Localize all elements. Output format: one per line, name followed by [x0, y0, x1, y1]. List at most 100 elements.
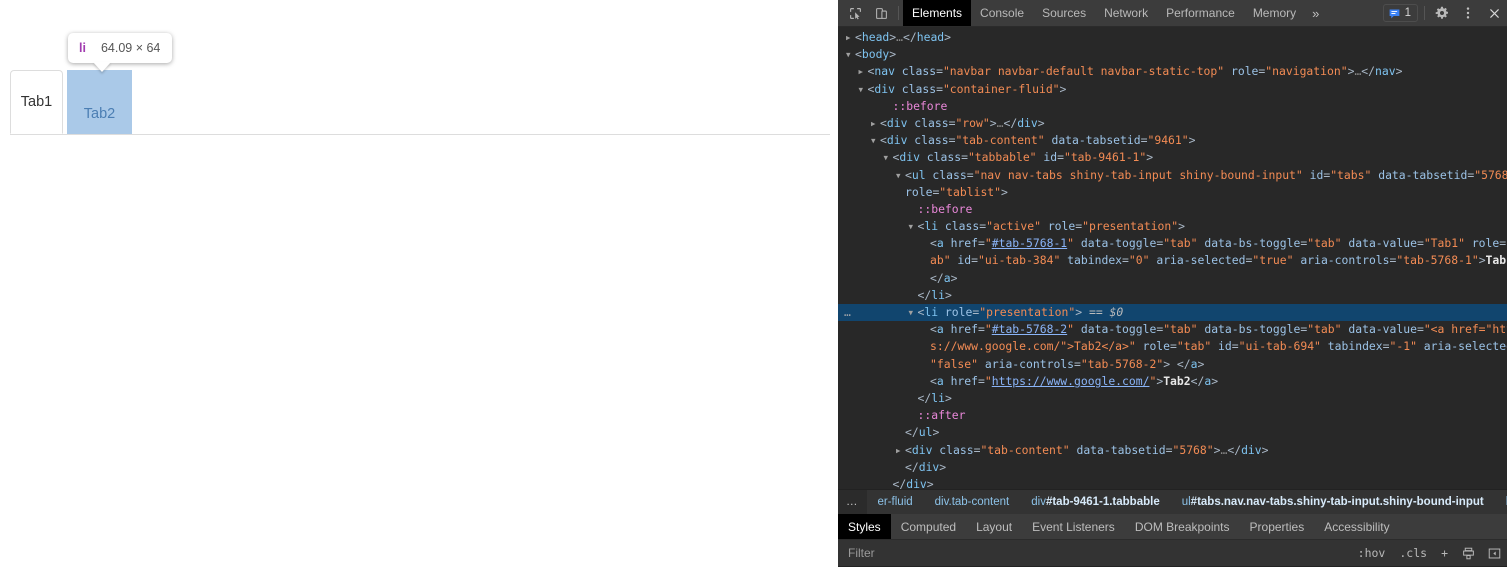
dom-token-punct: >: [944, 30, 952, 44]
more-tabs-icon[interactable]: »: [1305, 0, 1326, 26]
breadcrumb[interactable]: … er-fluid div.tab-content div #tab-9461-1.t…: [838, 489, 1507, 514]
dom-token-val: "presentation": [979, 305, 1076, 319]
inspect-element-icon[interactable]: [842, 0, 868, 26]
devtools-window: Tab1 Tab2 li 64.09 × 64 Elements Console…: [0, 0, 1507, 567]
dom-node[interactable]: <body>: [838, 46, 1507, 63]
dom-node[interactable]: ::after: [838, 407, 1507, 424]
breadcrumb-item[interactable]: …: [838, 490, 867, 514]
chevron-down-icon[interactable]: [909, 304, 918, 322]
close-icon[interactable]: [1481, 0, 1507, 26]
computed-styles-icon[interactable]: [1455, 547, 1481, 560]
chevron-down-icon[interactable]: [884, 149, 893, 167]
dom-token-val: "ui-tab-694": [1238, 339, 1321, 354]
chevron-down-icon[interactable]: [846, 46, 855, 64]
styles-tab-computed[interactable]: Computed: [891, 514, 966, 539]
dom-attr-link[interactable]: #tab-5768-1: [992, 236, 1067, 250]
dom-token-punct: >: [944, 287, 952, 302]
dom-node[interactable]: <a href="#tab-5768-1" data-toggle="tab" …: [838, 235, 1507, 252]
dom-token-punct: =: [978, 236, 985, 251]
dom-attr-link[interactable]: #tab-5768-2: [992, 322, 1067, 336]
dom-token-punct: </: [1227, 442, 1242, 457]
page-tab-tab1[interactable]: Tab1: [10, 70, 63, 134]
dom-token-dim: …: [896, 30, 904, 44]
dom-token-attr: class: [894, 81, 937, 96]
dom-token-punct: >: [939, 459, 947, 474]
dom-node[interactable]: <li class="active" role="presentation">: [838, 218, 1507, 235]
styles-tab-properties[interactable]: Properties: [1240, 514, 1315, 539]
dom-token-punct: </: [1176, 356, 1191, 371]
dom-token-attr: id: [1036, 150, 1058, 165]
dom-node[interactable]: </div>: [838, 476, 1507, 489]
styles-tab-accessibility[interactable]: Accessibility: [1314, 514, 1399, 539]
page-tab-tab2[interactable]: Tab2: [67, 70, 132, 134]
chevron-right-icon[interactable]: [859, 63, 868, 81]
dom-node[interactable]: </div>: [838, 459, 1507, 476]
dom-attr-link[interactable]: https://www.google.com/: [992, 374, 1150, 388]
tab-sources[interactable]: Sources: [1033, 0, 1095, 26]
dom-node[interactable]: <nav class="navbar navbar-default navbar…: [838, 63, 1507, 80]
cls-button[interactable]: .cls: [1392, 546, 1434, 560]
breadcrumb-item[interactable]: er-fluid: [867, 490, 924, 514]
dom-node[interactable]: </li>: [838, 390, 1507, 407]
dom-node[interactable]: <div class="tab-content" data-tabsetid="…: [838, 442, 1507, 459]
breadcrumb-item[interactable]: div #tab-9461-1.tabbable: [1020, 490, 1170, 514]
styles-tab-layout[interactable]: Layout: [966, 514, 1022, 539]
dom-token-attr: data-toggle: [1074, 322, 1157, 337]
gear-icon[interactable]: [1429, 0, 1455, 26]
toggle-sidebar-icon[interactable]: [1481, 547, 1507, 560]
dom-node[interactable]: </ul>: [838, 424, 1507, 441]
dom-node[interactable]: </a>: [838, 270, 1507, 287]
dom-token-pseudo: ::after: [917, 408, 966, 423]
chevron-down-icon[interactable]: [859, 81, 868, 99]
tab-network[interactable]: Network: [1095, 0, 1157, 26]
tab-performance[interactable]: Performance: [1157, 0, 1244, 26]
dom-node[interactable]: "false" aria-controls="tab-5768-2"> </a>: [838, 356, 1507, 373]
dom-node[interactable]: <div class="tabbable" id="tab-9461-1">: [838, 149, 1507, 166]
dom-node[interactable]: ::before: [838, 201, 1507, 218]
chevron-right-icon[interactable]: [846, 29, 855, 47]
dom-node[interactable]: role="tablist">: [838, 184, 1507, 201]
tab-memory-label: Memory: [1252, 6, 1297, 20]
dom-node[interactable]: <div class="row">…</div>: [838, 115, 1507, 132]
breadcrumb-item[interactable]: div.tab-content: [924, 490, 1021, 514]
styles-filter-input[interactable]: [838, 546, 1351, 560]
kebab-menu-icon[interactable]: [1455, 0, 1481, 26]
hov-button[interactable]: :hov: [1351, 546, 1393, 560]
dom-node-selected[interactable]: …<li role="presentation"> == $0: [838, 304, 1507, 322]
dom-node[interactable]: ::before: [838, 98, 1507, 115]
dom-node[interactable]: <head>…</head>: [838, 29, 1507, 46]
breadcrumb-item[interactable]: li: [1495, 490, 1507, 514]
dom-node[interactable]: <div class="container-fluid">: [838, 81, 1507, 98]
dom-node[interactable]: <div class="tab-content" data-tabsetid="…: [838, 132, 1507, 149]
chevron-down-icon[interactable]: [896, 167, 905, 185]
dom-node[interactable]: </li>: [838, 287, 1507, 304]
device-toolbar-icon[interactable]: [868, 0, 894, 26]
dom-token-val: "tab": [1176, 339, 1212, 354]
dom-node[interactable]: ab" id="ui-tab-384" tabindex="0" aria-se…: [838, 252, 1507, 269]
dom-token-val: "tab": [1163, 322, 1198, 337]
dom-node[interactable]: <a href="https://www.google.com/">Tab2</…: [838, 373, 1507, 390]
dom-node[interactable]: s://www.google.com/">Tab2</a>" role="tab…: [838, 338, 1507, 355]
tab-elements[interactable]: Elements: [903, 0, 972, 26]
chevron-down-icon[interactable]: [871, 132, 880, 150]
tab-memory[interactable]: Memory: [1244, 0, 1305, 26]
dom-token-val: "tab-content": [980, 442, 1070, 457]
dom-node[interactable]: <a href="#tab-5768-2" data-toggle="tab" …: [838, 321, 1507, 338]
message-count-badge[interactable]: 1: [1382, 4, 1418, 22]
dom-token-punct: >: [1188, 133, 1196, 148]
dom-tree[interactable]: <head>…</head><body><nav class="navbar n…: [838, 27, 1507, 489]
styles-tab-event-listeners[interactable]: Event Listeners: [1022, 514, 1125, 539]
dom-token-val: ab": [930, 253, 951, 268]
chevron-right-icon[interactable]: [871, 115, 880, 133]
breadcrumb-item[interactable]: ul #tabs.nav.nav-tabs.shiny-tab-input.shi…: [1171, 490, 1495, 514]
chevron-down-icon[interactable]: [909, 218, 918, 236]
new-style-rule-button[interactable]: +: [1434, 546, 1455, 560]
breadcrumb-tag: ul: [1181, 496, 1191, 508]
dom-node[interactable]: <ul class="nav nav-tabs shiny-tab-input …: [838, 167, 1507, 184]
dom-token-attr: class: [919, 150, 962, 165]
tab-console[interactable]: Console: [971, 0, 1033, 26]
dom-token-punct: >: [1395, 64, 1403, 79]
styles-tab-styles[interactable]: Styles: [838, 514, 891, 539]
styles-tab-dom-breakpoints[interactable]: DOM Breakpoints: [1125, 514, 1240, 539]
chevron-right-icon[interactable]: [896, 442, 905, 460]
